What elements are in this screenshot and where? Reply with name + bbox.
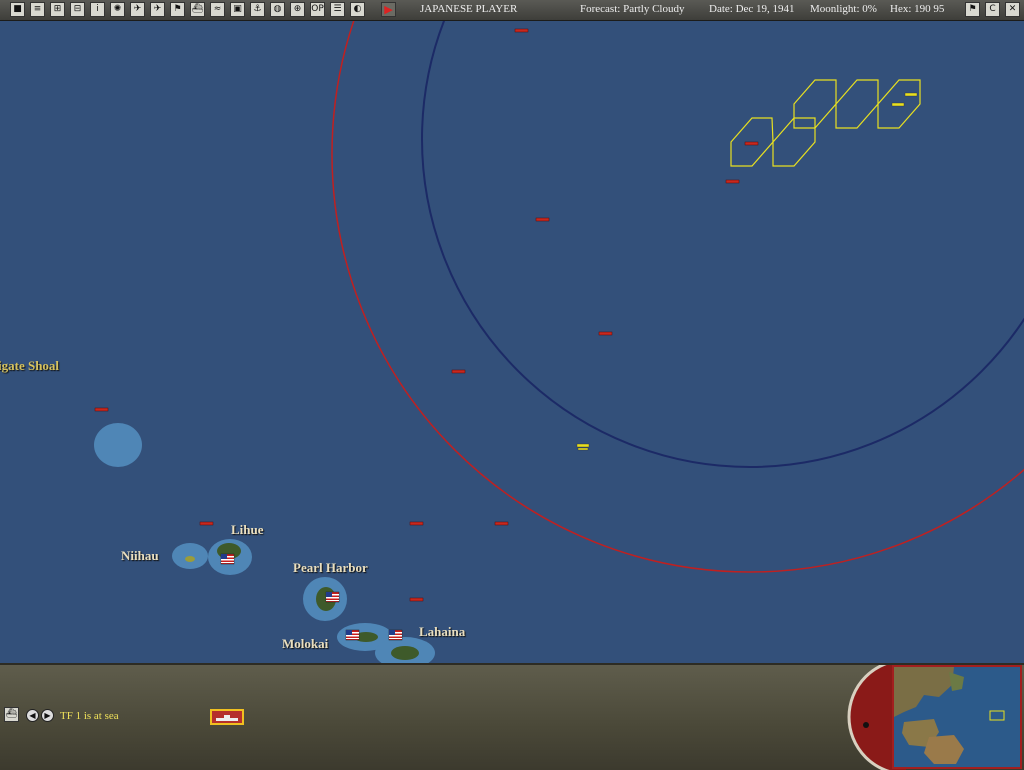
fleet-button[interactable]: ⚓ xyxy=(250,2,265,17)
next-arrow-button[interactable]: ▶ xyxy=(41,709,54,722)
close-button[interactable]: ✕ xyxy=(1005,2,1020,17)
route-button[interactable]: ≈ xyxy=(210,2,225,17)
maui-island xyxy=(391,646,419,660)
hex-4 xyxy=(835,79,879,129)
flag-molokai xyxy=(345,629,360,641)
sub-10 xyxy=(494,521,509,526)
strategic-map[interactable]: igate Shoal Lihue Niihau Pearl Harbor Mo… xyxy=(0,21,1024,663)
moonlight-label: Moonlight: 0% xyxy=(810,3,877,15)
weather-button[interactable]: ◐ xyxy=(350,2,365,17)
forecast-label: Forecast: Partly Cloudy xyxy=(580,3,685,15)
flag-pearl-harbor xyxy=(325,591,340,603)
flag-lihue xyxy=(220,553,235,565)
air-blue-button[interactable]: ✈ xyxy=(150,2,165,17)
date-label: Date: Dec 19, 1941 xyxy=(709,3,795,15)
prev-arrow-button[interactable]: ◀ xyxy=(26,709,39,722)
tf-marker-3 xyxy=(891,102,905,107)
status-message: TF 1 is at sea xyxy=(60,710,119,722)
ships-button[interactable]: ⊟ xyxy=(70,2,85,17)
air-range-ring-blue xyxy=(421,21,1024,468)
flag-lahaina xyxy=(388,629,403,641)
sub-9 xyxy=(409,521,424,526)
task-force-markers xyxy=(576,92,918,451)
bases-button[interactable]: ⊞ xyxy=(50,2,65,17)
air-red-button[interactable]: ✈ xyxy=(130,2,145,17)
end-turn-play-button[interactable]: ▶ xyxy=(381,2,396,17)
tf-ship-icon[interactable]: ⛴ xyxy=(4,707,19,722)
bottom-panel: ⛴ ◀ ▶ TF 1 is at sea xyxy=(0,663,1024,770)
ops-button[interactable]: OP xyxy=(310,2,325,17)
sub-4 xyxy=(535,217,550,222)
shoal-shallows xyxy=(94,423,142,467)
lahaina-label: Lahaina xyxy=(419,624,466,639)
sub-3 xyxy=(725,179,740,184)
sub-11 xyxy=(409,597,424,602)
lihue-label: Lihue xyxy=(231,522,264,537)
globe-button[interactable]: ◍ xyxy=(270,2,285,17)
submarine-markers xyxy=(94,28,759,602)
molokai-label: Molokai xyxy=(282,636,329,651)
player-label: JAPANESE PLAYER xyxy=(420,3,518,15)
sub-6 xyxy=(451,369,466,374)
sub-7 xyxy=(94,407,109,412)
cycle-button[interactable]: ⊕ xyxy=(290,2,305,17)
pearl-harbor-label: Pearl Harbor xyxy=(293,560,368,575)
minimap-graphic xyxy=(894,667,1020,767)
ship-silhouette-icon xyxy=(216,715,238,721)
niihau-island xyxy=(185,556,195,562)
flag-right-button[interactable]: ⚑ xyxy=(965,2,980,17)
mini-map[interactable] xyxy=(892,665,1022,769)
report-button[interactable]: ≡ xyxy=(30,2,45,17)
flag-button[interactable]: ⚑ xyxy=(170,2,185,17)
tf-marker-1b xyxy=(577,447,589,451)
map-button[interactable]: ▣ xyxy=(230,2,245,17)
frigate-shoal-label: igate Shoal xyxy=(0,358,60,373)
sub-1 xyxy=(514,28,529,33)
sub-2 xyxy=(744,141,759,146)
top-toolbar: ■ ≡ ⊞ ⊟ i ✺ ✈ ✈ ⚑ ⛴ ≈ ▣ ⚓ ◍ ⊕ OP ☰ ◐ ▶ JAPANESE PLAYER For… xyxy=(0,0,1024,21)
map-overlay xyxy=(94,21,1024,663)
niihau-label: Niihau xyxy=(121,548,159,563)
ship-button[interactable]: ⛴ xyxy=(190,2,205,17)
tf-marker-1 xyxy=(576,443,590,448)
c-button[interactable]: C xyxy=(985,2,1000,17)
movement-hex-path xyxy=(730,79,921,167)
hex-label: Hex: 190 95 xyxy=(890,3,945,15)
info-button[interactable]: i xyxy=(90,2,105,17)
game-menu-button[interactable]: ■ xyxy=(10,2,25,17)
task-force-card[interactable] xyxy=(210,709,244,725)
japan-flag-button[interactable]: ✺ xyxy=(110,2,125,17)
sub-8 xyxy=(199,521,214,526)
tf-marker-2 xyxy=(904,92,918,97)
sub-5 xyxy=(598,331,613,336)
list-button[interactable]: ☰ xyxy=(330,2,345,17)
